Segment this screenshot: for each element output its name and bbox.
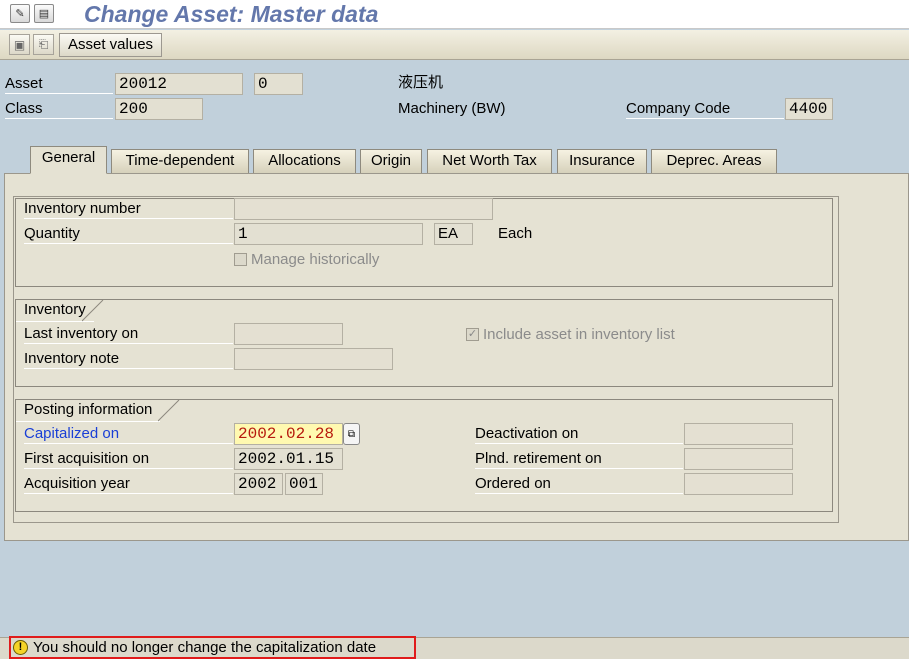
tab-time-dependent[interactable]: Time-dependent: [111, 149, 249, 173]
document-icon[interactable]: ⎗: [33, 34, 54, 55]
include-in-inventory-list-label: Include asset in inventory list: [483, 325, 675, 343]
inventory-note-label: Inventory note: [24, 349, 233, 369]
planned-retirement-field[interactable]: [684, 448, 793, 470]
checkbox-box[interactable]: [234, 252, 247, 266]
posting-group-title: Posting information: [16, 400, 161, 422]
capitalized-on-label: Capitalized on: [24, 424, 233, 444]
ordered-on-label: Ordered on: [475, 474, 683, 494]
inventory-number-field[interactable]: [234, 198, 493, 220]
create-icon[interactable]: ▣: [9, 34, 30, 55]
manage-historically-label: Manage historically: [251, 250, 380, 268]
acquisition-year-field[interactable]: 2002: [234, 473, 283, 495]
company-code-label: Company Code: [626, 99, 784, 119]
status-message[interactable]: ! You should no longer change the capita…: [9, 636, 416, 659]
class-description: Machinery (BW): [398, 100, 506, 117]
inventory-number-label: Inventory number: [24, 199, 233, 219]
quantity-label: Quantity: [24, 224, 233, 244]
unit-field[interactable]: EA: [434, 223, 473, 245]
status-message-text: You should no longer change the capitali…: [33, 639, 377, 656]
tab-general[interactable]: General: [30, 146, 107, 174]
asset-label: Asset: [5, 74, 113, 94]
tab-insurance[interactable]: Insurance: [557, 149, 647, 173]
class-label: Class: [5, 99, 113, 119]
acquisition-year-label: Acquisition year: [24, 474, 233, 494]
application-toolbar: ▣ ⎗ Asset values: [0, 30, 909, 60]
class-field[interactable]: 200: [115, 98, 203, 120]
group-tab-edge-icon: [82, 300, 104, 322]
asset-number-field[interactable]: 20012: [115, 73, 243, 95]
deactivation-field[interactable]: [684, 423, 793, 445]
asset-description: 液压机: [398, 74, 444, 91]
group-tab-edge-icon: [158, 400, 180, 422]
quantity-field[interactable]: 1: [234, 223, 423, 245]
last-inventory-label: Last inventory on: [24, 324, 233, 344]
tab-origin[interactable]: Origin: [360, 149, 422, 173]
ordered-on-field[interactable]: [684, 473, 793, 495]
acquisition-period-field[interactable]: 001: [285, 473, 323, 495]
inventory-note-field[interactable]: [234, 348, 393, 370]
tab-deprec-areas[interactable]: Deprec. Areas: [651, 149, 777, 173]
checkbox-checked-icon[interactable]: ✓: [466, 327, 479, 341]
planned-retirement-label: Plnd. retirement on: [475, 449, 683, 469]
manage-historically-checkbox[interactable]: Manage historically: [234, 249, 379, 269]
deactivation-label: Deactivation on: [475, 424, 683, 444]
asset-subnumber-field[interactable]: 0: [254, 73, 303, 95]
last-inventory-field[interactable]: [234, 323, 343, 345]
tab-net-worth-tax[interactable]: Net Worth Tax: [427, 149, 552, 173]
capitalized-on-field[interactable]: 2002.02.28: [234, 423, 343, 445]
tab-allocations[interactable]: Allocations: [253, 149, 356, 173]
first-acquisition-label: First acquisition on: [24, 449, 233, 469]
first-acquisition-field[interactable]: 2002.01.15: [234, 448, 343, 470]
other-asset-icon[interactable]: ▤: [34, 4, 54, 23]
asset-values-button[interactable]: Asset values: [59, 33, 163, 57]
calendar-help-icon[interactable]: ⧉: [343, 423, 360, 445]
warning-icon: !: [13, 640, 28, 655]
page-title: Change Asset: Master data: [84, 1, 379, 27]
include-in-inventory-list-checkbox[interactable]: ✓ Include asset in inventory list: [466, 324, 675, 344]
unit-text: Each: [498, 225, 533, 242]
company-code-field[interactable]: 4400: [785, 98, 833, 120]
display-change-icon[interactable]: ✎: [10, 4, 30, 23]
